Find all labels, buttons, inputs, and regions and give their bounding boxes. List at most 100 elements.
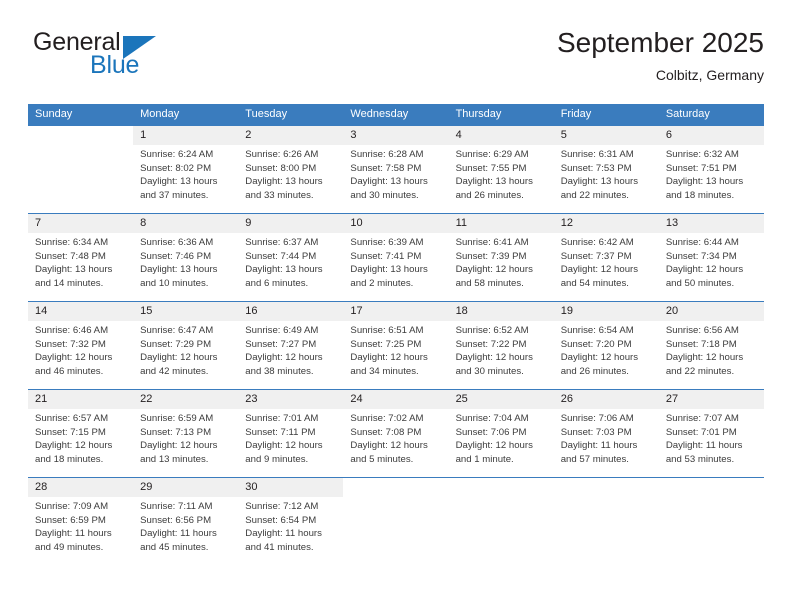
calendar-header-row: Sunday Monday Tuesday Wednesday Thursday… [28,104,764,126]
calendar-day-cell[interactable]: 15 Sunrise: 6:47 AM Sunset: 7:29 PM Dayligh… [133,301,239,390]
calendar-day-cell[interactable]: 19 Sunrise: 6:54 AM Sunset: 7:20 PM Dayligh… [553,301,659,390]
day-details: Sunrise: 6:29 AM Sunset: 7:55 PM Daylight:… [449,145,554,202]
general-blue-logo[interactable]: General Blue [28,26,228,88]
day-number [658,478,764,497]
sunrise-text: Sunrise: 6:44 AM [665,237,739,248]
day-details: Sunrise: 6:36 AM Sunset: 7:46 PM Daylight:… [133,233,238,290]
day-number: 26 [553,390,659,409]
calendar-week-row: 14 Sunrise: 6:46 AM Sunset: 7:32 PM Dayligh… [28,301,764,390]
sunrise-text: Sunrise: 6:31 AM [560,149,634,160]
day-cell-inner: 9 Sunrise: 6:37 AM Sunset: 7:44 PM Daylight… [238,214,344,301]
daylight-text-line1: Daylight: 12 hours [455,352,533,364]
calendar-day-cell[interactable]: 25 Sunrise: 7:04 AM Sunset: 7:06 PM Dayligh… [448,389,554,478]
day-cell-inner: 1 Sunrise: 6:24 AM Sunset: 8:02 PM Daylight… [133,126,239,213]
sunrise-text: Sunrise: 6:51 AM [350,325,424,336]
calendar-day-cell[interactable]: 16 Sunrise: 6:49 AM Sunset: 7:27 PM Dayligh… [238,301,344,390]
daylight-text-line1: Daylight: 12 hours [35,440,113,452]
day-details: Sunrise: 6:34 AM Sunset: 7:48 PM Daylight:… [28,233,133,290]
calendar-day-cell[interactable]: 17 Sunrise: 6:51 AM Sunset: 7:25 PM Dayligh… [343,301,449,390]
sunset-text: Sunset: 6:56 PM [140,514,212,526]
sunrise-text: Sunrise: 6:52 AM [455,325,529,336]
sunset-text: Sunset: 6:59 PM [35,514,106,526]
sunrise-text: Sunrise: 6:34 AM [35,237,109,248]
day-cell-inner: 28 Sunrise: 7:09 AM Sunset: 6:59 PM Dayligh… [28,478,134,565]
day-number: 10 [343,214,449,233]
calendar-day-cell[interactable]: 20 Sunrise: 6:56 AM Sunset: 7:18 PM Dayligh… [658,301,764,390]
sunrise-text: Sunrise: 7:07 AM [665,413,739,424]
calendar-day-cell[interactable]: 8 Sunrise: 6:36 AM Sunset: 7:46 PM Daylight… [133,213,239,302]
day-cell-inner: 18 Sunrise: 6:52 AM Sunset: 7:22 PM Dayligh… [448,302,554,389]
daylight-text-line2: and 30 minutes. [455,365,524,377]
daylight-text-line2: and 5 minutes. [350,453,414,465]
day-cell-inner: 22 Sunrise: 6:59 AM Sunset: 7:13 PM Dayligh… [133,390,239,477]
daylight-text-line1: Daylight: 13 hours [245,264,323,276]
calendar-day-cell[interactable]: 24 Sunrise: 7:02 AM Sunset: 7:08 PM Dayligh… [343,389,449,478]
day-cell-inner: 6 Sunrise: 6:32 AM Sunset: 7:51 PM Daylight… [658,126,764,213]
calendar-day-cell-empty [343,477,449,565]
calendar-day-cell[interactable]: 6 Sunrise: 6:32 AM Sunset: 7:51 PM Daylight… [658,126,764,214]
calendar-day-cell[interactable]: 1 Sunrise: 6:24 AM Sunset: 8:02 PM Daylight… [133,126,239,214]
weekday-header-wednesday: Wednesday [343,104,449,126]
daylight-text-line2: and 50 minutes. [665,277,735,289]
calendar-day-cell[interactable]: 29 Sunrise: 7:11 AM Sunset: 6:56 PM Dayligh… [133,477,239,565]
daylight-text-line1: Daylight: 12 hours [455,440,533,452]
day-number [28,126,134,145]
calendar-day-cell[interactable]: 30 Sunrise: 7:12 AM Sunset: 6:54 PM Dayligh… [238,477,344,565]
sunset-text: Sunset: 7:03 PM [560,426,632,438]
calendar-day-cell[interactable]: 2 Sunrise: 6:26 AM Sunset: 8:00 PM Daylight… [238,126,344,214]
day-number: 18 [448,302,554,321]
calendar-day-cell[interactable]: 3 Sunrise: 6:28 AM Sunset: 7:58 PM Daylight… [343,126,449,214]
day-number: 1 [133,126,239,145]
day-cell-inner: 4 Sunrise: 6:29 AM Sunset: 7:55 PM Daylight… [448,126,554,213]
day-cell-inner: 23 Sunrise: 7:01 AM Sunset: 7:11 PM Dayligh… [238,390,344,477]
day-details: Sunrise: 6:24 AM Sunset: 8:02 PM Daylight:… [133,145,238,202]
daylight-text-line2: and 22 minutes. [665,365,735,377]
daylight-text-line2: and 26 minutes. [560,365,629,377]
sunset-text: Sunset: 6:54 PM [245,514,317,526]
calendar-day-cell[interactable]: 12 Sunrise: 6:42 AM Sunset: 7:37 PM Dayligh… [553,213,659,302]
sunset-text: Sunset: 7:32 PM [35,338,106,350]
sunset-text: Sunset: 7:58 PM [350,162,422,174]
calendar-day-cell[interactable]: 18 Sunrise: 6:52 AM Sunset: 7:22 PM Dayligh… [448,301,554,390]
sunrise-sunset-calendar: Sunday Monday Tuesday Wednesday Thursday… [28,104,764,565]
sunrise-text: Sunrise: 6:59 AM [140,413,214,424]
calendar-day-cell[interactable]: 7 Sunrise: 6:34 AM Sunset: 7:48 PM Daylight… [28,213,134,302]
calendar-day-cell[interactable]: 13 Sunrise: 6:44 AM Sunset: 7:34 PM Dayligh… [658,213,764,302]
sunset-text: Sunset: 8:02 PM [140,162,212,174]
sunrise-text: Sunrise: 6:41 AM [455,237,529,248]
sunset-text: Sunset: 7:39 PM [455,250,527,262]
calendar-day-cell[interactable]: 4 Sunrise: 6:29 AM Sunset: 7:55 PM Daylight… [448,126,554,214]
sunset-text: Sunset: 7:55 PM [455,162,527,174]
day-details: Sunrise: 7:11 AM Sunset: 6:56 PM Daylight:… [133,497,238,554]
day-number: 2 [238,126,344,145]
calendar-day-cell[interactable]: 27 Sunrise: 7:07 AM Sunset: 7:01 PM Dayligh… [658,389,764,478]
day-number: 14 [28,302,134,321]
daylight-text-line1: Daylight: 13 hours [350,264,428,276]
sunset-text: Sunset: 7:18 PM [665,338,737,350]
calendar-day-cell[interactable]: 10 Sunrise: 6:39 AM Sunset: 7:41 PM Dayligh… [343,213,449,302]
calendar-day-cell[interactable]: 28 Sunrise: 7:09 AM Sunset: 6:59 PM Dayligh… [28,477,134,565]
day-details: Sunrise: 6:28 AM Sunset: 7:58 PM Daylight:… [343,145,448,202]
calendar-day-cell[interactable]: 26 Sunrise: 7:06 AM Sunset: 7:03 PM Dayligh… [553,389,659,478]
day-cell-inner: 21 Sunrise: 6:57 AM Sunset: 7:15 PM Dayligh… [28,390,134,477]
calendar-day-cell[interactable]: 14 Sunrise: 6:46 AM Sunset: 7:32 PM Dayligh… [28,301,134,390]
calendar-day-cell[interactable]: 22 Sunrise: 6:59 AM Sunset: 7:13 PM Dayligh… [133,389,239,478]
calendar-day-cell[interactable]: 11 Sunrise: 6:41 AM Sunset: 7:39 PM Dayligh… [448,213,554,302]
calendar-day-cell-empty [553,477,659,565]
day-cell-inner: 5 Sunrise: 6:31 AM Sunset: 7:53 PM Daylight… [553,126,659,213]
day-cell-inner: 27 Sunrise: 7:07 AM Sunset: 7:01 PM Dayligh… [658,390,764,477]
sunset-text: Sunset: 7:25 PM [350,338,422,350]
day-number: 25 [448,390,554,409]
calendar-day-cell[interactable]: 21 Sunrise: 6:57 AM Sunset: 7:15 PM Dayligh… [28,389,134,478]
daylight-text-line1: Daylight: 13 hours [35,264,113,276]
daylight-text-line1: Daylight: 12 hours [140,440,218,452]
day-number: 24 [343,390,449,409]
daylight-text-line1: Daylight: 12 hours [665,352,744,364]
day-number: 15 [133,302,239,321]
calendar-day-cell[interactable]: 5 Sunrise: 6:31 AM Sunset: 7:53 PM Daylight… [553,126,659,214]
day-cell-inner: 11 Sunrise: 6:41 AM Sunset: 7:39 PM Dayligh… [448,214,554,301]
calendar-day-cell[interactable]: 23 Sunrise: 7:01 AM Sunset: 7:11 PM Dayligh… [238,389,344,478]
calendar-day-cell[interactable]: 9 Sunrise: 6:37 AM Sunset: 7:44 PM Daylight… [238,213,344,302]
day-details: Sunrise: 6:32 AM Sunset: 7:51 PM Daylight:… [659,145,764,202]
sunrise-text: Sunrise: 7:12 AM [245,501,319,512]
